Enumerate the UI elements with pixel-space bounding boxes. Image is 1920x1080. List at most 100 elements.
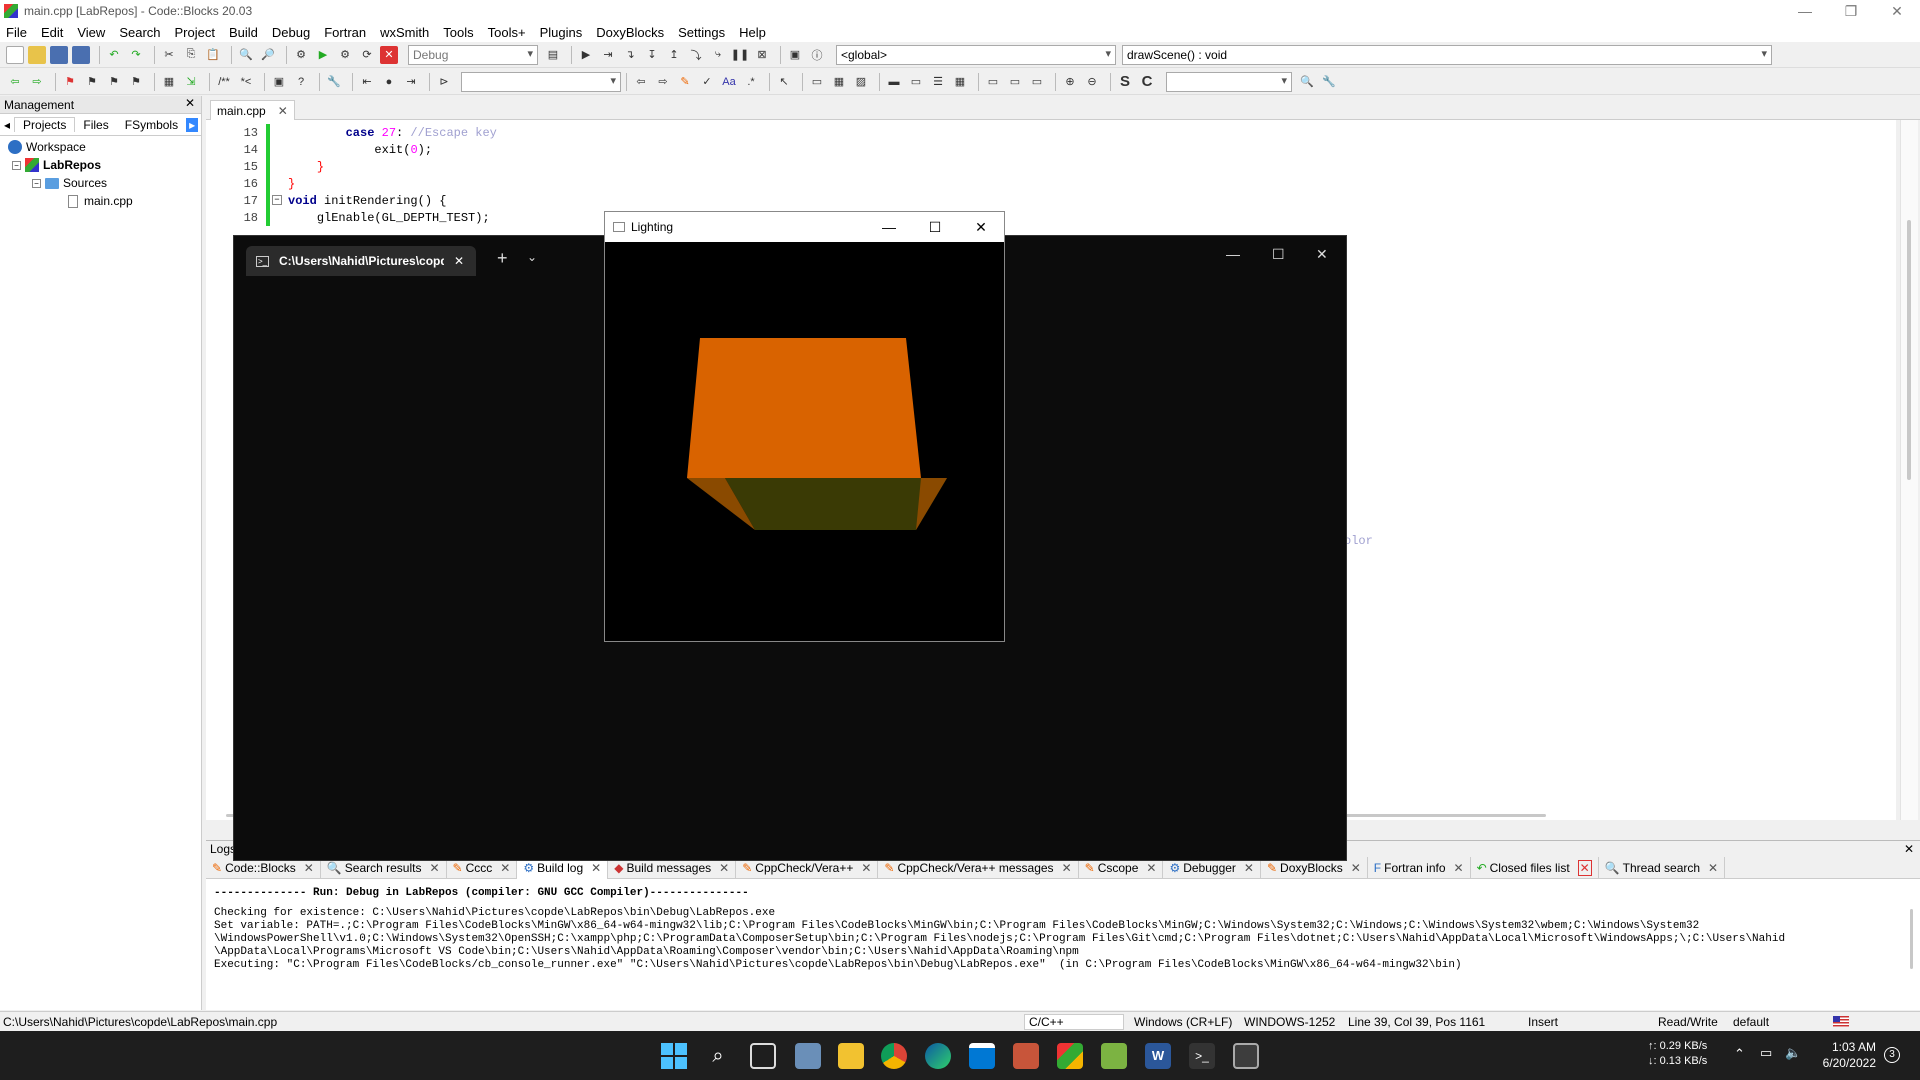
save-all-icon[interactable] [72, 45, 90, 64]
terminal-close-button[interactable]: ✕ [1316, 246, 1328, 263]
logs-close-icon[interactable]: ✕ [1904, 842, 1914, 856]
collapse-icon[interactable]: ▭ [1006, 73, 1024, 91]
lighting-maximize-button[interactable]: ☐ [912, 212, 958, 242]
close-tab-icon[interactable]: ✕ [1351, 861, 1361, 875]
run-to-cursor-icon[interactable]: ⇥ [599, 46, 617, 64]
bookmark-icon[interactable]: ⚑ [61, 73, 79, 91]
s-icon[interactable]: S [1116, 73, 1134, 91]
lighting-window[interactable]: Lighting — ☐ ✕ [604, 211, 1005, 642]
menu-debug[interactable]: Debug [272, 25, 310, 40]
management-close-icon[interactable]: ✕ [185, 96, 195, 110]
file-explorer-icon[interactable] [838, 1043, 864, 1069]
jump-back-icon[interactable]: ⇤ [358, 73, 376, 91]
notification-badge[interactable]: 3 [1884, 1047, 1900, 1063]
notepad-icon[interactable] [1101, 1043, 1127, 1069]
close-tab-icon[interactable]: ✕ [500, 861, 510, 875]
menu-wxsmith[interactable]: wxSmith [380, 25, 429, 40]
run-icon[interactable]: ▶ [314, 46, 332, 64]
terminal-maximize-button[interactable]: ☐ [1272, 246, 1285, 263]
replace-icon[interactable]: 🔎 [259, 46, 277, 64]
grid-widget-icon[interactable]: ▦ [951, 73, 969, 91]
show-log-icon[interactable]: ▦ [160, 73, 178, 91]
menu-fortran[interactable]: Fortran [324, 25, 366, 40]
thread-search-icon[interactable]: 🔍 [1298, 73, 1316, 91]
zoom-in-icon[interactable]: ⊕ [1061, 73, 1079, 91]
doxy-inline-icon[interactable]: *< [237, 73, 255, 91]
textctrl-widget-icon[interactable]: ▭ [907, 73, 925, 91]
sizer-icon[interactable]: ▨ [852, 73, 870, 91]
doxy-comment-icon[interactable]: /** [215, 73, 233, 91]
close-tab-icon[interactable]: ✕ [1577, 859, 1592, 876]
build-run-icon[interactable]: ⚙ [336, 46, 354, 64]
menu-view[interactable]: View [77, 25, 105, 40]
close-button[interactable]: ✕ [1874, 0, 1920, 22]
log-scrollbar[interactable] [1902, 879, 1920, 1011]
menu-search[interactable]: Search [119, 25, 160, 40]
tab-thread-search[interactable]: 🔍 Thread search ✕ [1599, 856, 1726, 879]
wrench-icon[interactable]: 🔧 [325, 73, 343, 91]
close-tab-icon[interactable]: ✕ [304, 861, 314, 875]
pointer-icon[interactable]: ↖ [775, 73, 793, 91]
terminal-minimize-button[interactable]: — [1226, 246, 1240, 262]
doxy-help-icon[interactable]: ? [292, 73, 310, 91]
search-icon[interactable]: ⌕ [705, 1043, 731, 1069]
rebuild-icon[interactable]: ⟳ [358, 46, 376, 64]
minimize-button[interactable]: — [1782, 0, 1828, 22]
close-tab-icon[interactable]: ✕ [429, 861, 439, 875]
task-view-icon[interactable] [750, 1043, 776, 1069]
lighting-taskbar-icon[interactable] [1233, 1043, 1259, 1069]
fold-icon[interactable]: − [272, 195, 282, 205]
chevron-up-icon[interactable]: ⌃ [1734, 1046, 1745, 1062]
tab-fortran-info[interactable]: F Fortran info ✕ [1368, 856, 1471, 879]
close-tab-icon[interactable]: ✕ [1708, 861, 1718, 875]
close-tab-icon[interactable]: ✕ [1062, 861, 1072, 875]
regex-icon[interactable]: .* [742, 73, 760, 91]
clock[interactable]: 1:03 AM 6/20/2022 [1810, 1039, 1876, 1071]
debug-info-icon[interactable]: ⓘ [808, 46, 826, 64]
editor-tab-main-cpp[interactable]: main.cpp ✕ [210, 100, 295, 120]
code-completion-icon[interactable]: ⊳ [435, 73, 453, 91]
jump-icon[interactable]: ⇲ [182, 73, 200, 91]
chrome-icon[interactable] [881, 1043, 907, 1069]
thread-search-combo[interactable] [1166, 71, 1292, 92]
lighting-close-button[interactable]: ✕ [958, 212, 1004, 242]
tab-projects[interactable]: Projects [14, 117, 76, 132]
vertical-scrollbar[interactable] [1900, 120, 1918, 820]
button-widget-icon[interactable]: ▬ [885, 73, 903, 91]
clear-bookmarks-icon[interactable]: ⚑ [127, 73, 145, 91]
menu-tools-plus[interactable]: Tools+ [488, 25, 526, 40]
tab-scroll-right-icon[interactable]: ▸ [186, 117, 199, 132]
build-icon[interactable]: ⚙ [292, 46, 310, 64]
thread-options-icon[interactable]: 🔧 [1320, 73, 1338, 91]
forward-icon[interactable]: ⇨ [28, 73, 46, 91]
chevron-down-icon[interactable]: ⌄ [527, 250, 537, 264]
pause-icon[interactable]: ❚❚ [731, 46, 749, 64]
next-line-icon[interactable]: ↴ [621, 46, 639, 64]
build-options-icon[interactable]: ▤ [544, 46, 562, 64]
menu-edit[interactable]: Edit [41, 25, 63, 40]
app-icon[interactable] [1013, 1043, 1039, 1069]
new-file-icon[interactable] [6, 45, 24, 64]
copy-icon[interactable]: ⎘ [182, 46, 200, 64]
debug-windows-icon[interactable]: ▣ [786, 46, 804, 64]
search-combo[interactable] [461, 71, 621, 92]
step-instruction-icon[interactable]: ⤷ [709, 46, 727, 64]
paste-icon[interactable]: 📋 [204, 46, 222, 64]
panel-icon[interactable]: ▦ [830, 73, 848, 91]
close-tab-icon[interactable]: ✕ [1146, 861, 1156, 875]
aa-icon[interactable]: Aa [720, 73, 738, 91]
expand-icon[interactable]: ▭ [984, 73, 1002, 91]
codeblocks-taskbar-icon[interactable] [1057, 1043, 1083, 1069]
menu-project[interactable]: Project [175, 25, 215, 40]
close-tab-icon[interactable]: ✕ [1454, 861, 1464, 875]
spell-icon[interactable]: ✓ [698, 73, 716, 91]
scope-select[interactable]: <global> [836, 44, 1116, 65]
tree-folder[interactable]: − Sources [0, 174, 201, 192]
terminal-tab[interactable]: >_ C:\Users\Nahid\Pictures\copd ✕ [246, 246, 476, 276]
start-icon[interactable] [661, 1043, 687, 1069]
tree-project[interactable]: − LabRepos [0, 156, 201, 174]
tree-workspace[interactable]: Workspace [0, 138, 201, 156]
edge-icon[interactable] [925, 1043, 951, 1069]
word-icon[interactable]: W [1145, 1043, 1171, 1069]
build-target-select[interactable]: Debug [408, 44, 538, 65]
